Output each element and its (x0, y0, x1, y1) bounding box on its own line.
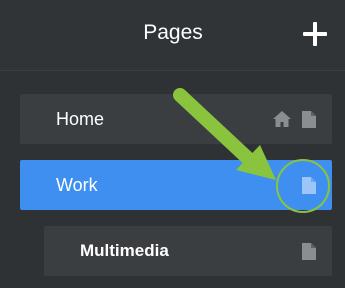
page-icon[interactable] (302, 243, 316, 260)
page-icon[interactable] (302, 177, 316, 194)
page-row-multimedia[interactable]: Multimedia (44, 226, 332, 276)
pages-panel: Pages Home Work Multimedia (0, 0, 345, 288)
home-icon[interactable] (272, 110, 292, 128)
panel-header: Pages (0, 0, 345, 70)
add-page-button[interactable] (300, 19, 330, 49)
page-row-home[interactable]: Home (20, 94, 332, 144)
page-row-work[interactable]: Work (20, 160, 332, 210)
header-divider (0, 70, 345, 71)
page-label-home: Home (56, 109, 105, 129)
page-icon[interactable] (302, 111, 316, 128)
page-label-multimedia: Multimedia (80, 241, 169, 260)
page-label-work: Work (56, 175, 98, 195)
panel-title: Pages (143, 21, 203, 44)
